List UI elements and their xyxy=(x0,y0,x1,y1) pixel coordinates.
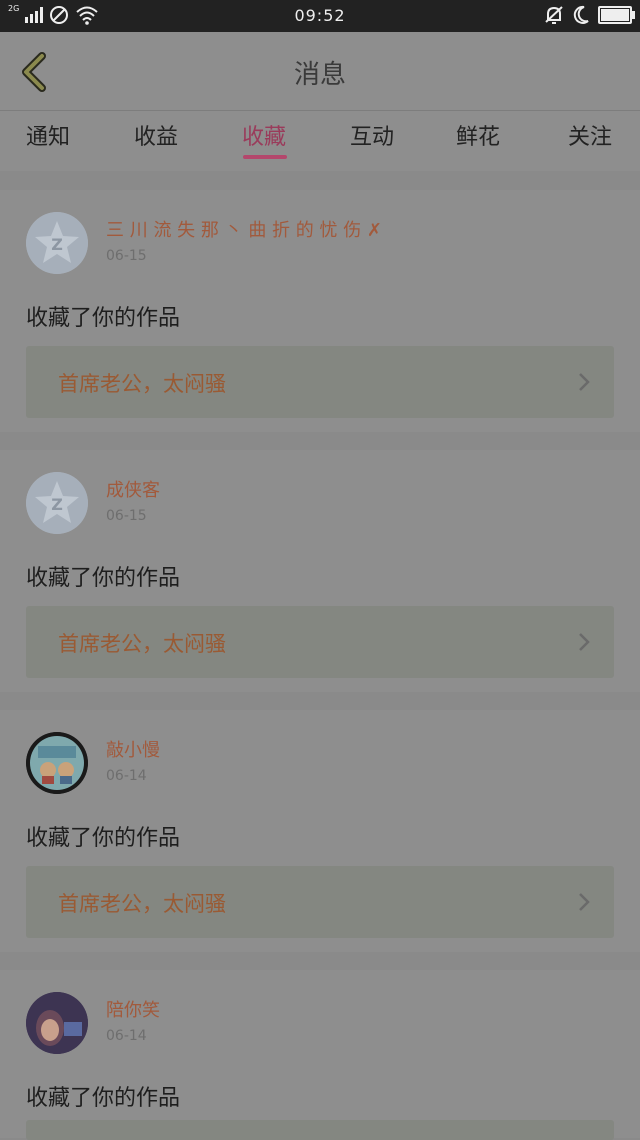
tab-notice[interactable]: 通知 xyxy=(26,119,70,151)
tab-follow[interactable]: 关注 xyxy=(568,119,612,151)
avatar[interactable] xyxy=(26,992,88,1054)
avatar[interactable]: Z xyxy=(26,212,88,274)
app-header: 消息 xyxy=(0,32,640,111)
chevron-right-icon xyxy=(579,633,590,651)
user-name[interactable]: 成侠客 xyxy=(106,476,160,502)
default-qq-avatar-icon: Z xyxy=(26,212,88,274)
tab-interaction[interactable]: 互动 xyxy=(350,119,394,151)
work-link[interactable]: 首席老公，太闷骚 xyxy=(26,346,614,418)
tab-bar: 通知 收益 收藏 互动 鲜花 关注 xyxy=(0,111,640,171)
status-right xyxy=(544,5,635,25)
selfie-photo-avatar-icon xyxy=(26,992,88,1054)
action-text: 收藏了你的作品 xyxy=(26,566,181,591)
user-name[interactable]: 三 川 流 失 那 丶 曲 折 的 忧 伤 ✗ xyxy=(106,216,382,242)
message-date: 06-15 xyxy=(106,508,147,524)
user-name[interactable]: 陪你笑 xyxy=(106,996,160,1022)
message-card: 敲小慢 06-14 收藏了你的作品 首席老公，太闷骚 xyxy=(0,710,640,952)
action-text: 收藏了你的作品 xyxy=(26,306,181,331)
work-title: 首席老公，太闷骚 xyxy=(58,892,226,916)
action-text: 收藏了你的作品 xyxy=(26,1086,181,1111)
tab-earnings[interactable]: 收益 xyxy=(134,119,178,151)
work-link[interactable]: 首席老公，太闷骚 xyxy=(26,866,614,938)
message-date: 06-14 xyxy=(106,768,147,784)
chevron-right-icon xyxy=(579,373,590,391)
chevron-right-icon xyxy=(579,893,590,911)
status-bar: 2G 09:52 xyxy=(0,0,640,32)
bell-muted-icon xyxy=(545,6,563,24)
default-qq-avatar-icon: Z xyxy=(26,472,88,534)
page-title: 消息 xyxy=(293,60,346,90)
avatar[interactable]: Z xyxy=(26,472,88,534)
svg-text:Z: Z xyxy=(51,495,63,514)
active-tab-indicator xyxy=(243,155,287,159)
work-title: 首席老公，太闷骚 xyxy=(58,372,226,396)
work-link[interactable] xyxy=(26,1120,614,1140)
message-date: 06-15 xyxy=(106,248,147,264)
cartoon-photo-avatar-icon xyxy=(26,732,88,794)
message-card: 陪你笑 06-14 收藏了你的作品 xyxy=(0,970,640,1140)
tab-favorites[interactable]: 收藏 xyxy=(242,119,286,151)
svg-text:Z: Z xyxy=(51,235,63,254)
message-date: 06-14 xyxy=(106,1028,147,1044)
work-link[interactable]: 首席老公，太闷骚 xyxy=(26,606,614,678)
battery-icon xyxy=(598,6,635,24)
message-card: Z 成侠客 06-15 收藏了你的作品 首席老公，太闷骚 xyxy=(0,450,640,692)
user-name[interactable]: 敲小慢 xyxy=(106,736,160,762)
avatar[interactable] xyxy=(26,732,88,794)
action-text: 收藏了你的作品 xyxy=(26,826,181,851)
message-card: Z 三 川 流 失 那 丶 曲 折 的 忧 伤 ✗ 06-15 收藏了你的作品 … xyxy=(0,190,640,432)
moon-icon xyxy=(573,5,589,24)
work-title: 首席老公，太闷骚 xyxy=(58,632,226,656)
tab-flowers[interactable]: 鲜花 xyxy=(456,119,500,151)
